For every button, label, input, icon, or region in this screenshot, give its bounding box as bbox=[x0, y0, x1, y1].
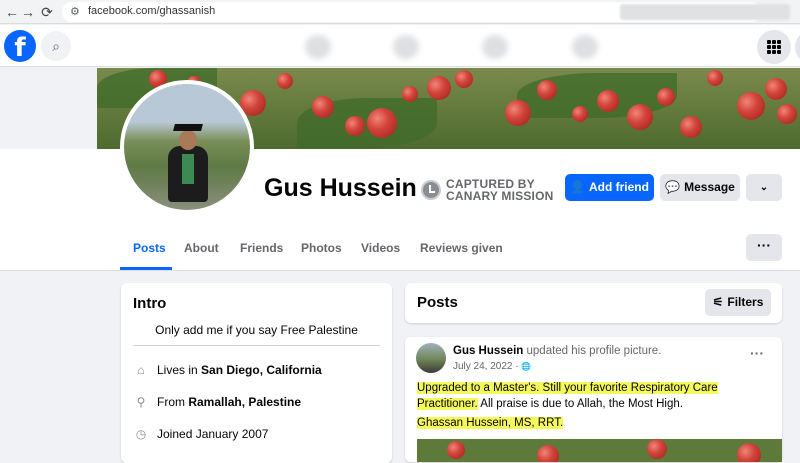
url-text: facebook.com/ghassanish bbox=[88, 5, 216, 17]
profile-name: Gus Hussein bbox=[264, 174, 417, 202]
more-options-button[interactable]: ··· bbox=[746, 234, 782, 261]
post-text-highlight-2: Practitioner. bbox=[417, 398, 478, 410]
canary-mission-icon bbox=[421, 180, 441, 200]
message-label: Message bbox=[684, 180, 735, 194]
post-text-highlight-1: Upgraded to a Master's. Still your favor… bbox=[417, 382, 718, 394]
post-photo[interactable] bbox=[417, 439, 782, 462]
location-pin-icon: ⚲ bbox=[136, 395, 146, 409]
avatar bbox=[124, 84, 250, 210]
posts-header-card: Posts ⚟ Filters bbox=[405, 283, 782, 323]
facebook-logo-icon[interactable]: f bbox=[4, 30, 36, 62]
post-text: Upgraded to a Master's. Still your favor… bbox=[417, 380, 777, 412]
post-action: updated his profile picture. bbox=[523, 345, 662, 357]
facebook-top-bar: f ⌕ bbox=[0, 25, 800, 67]
post-signature-text: Ghassan Hussein, MS, RRT. bbox=[417, 417, 564, 429]
intro-from: ⚲ From Ramallah, Palestine bbox=[133, 395, 301, 409]
nav-groups-icon[interactable] bbox=[572, 35, 598, 59]
post-signature: Ghassan Hussein, MS, RRT. bbox=[417, 417, 564, 429]
post-author-avatar[interactable] bbox=[416, 343, 446, 373]
joined-text: Joined January 2007 bbox=[157, 427, 269, 441]
profile-picture[interactable] bbox=[120, 80, 254, 214]
tab-reviews-given[interactable]: Reviews given bbox=[420, 241, 503, 255]
chevron-down-icon[interactable]: ⌄ bbox=[746, 174, 782, 201]
nav-video-icon[interactable] bbox=[393, 35, 419, 59]
nav-home-icon[interactable] bbox=[305, 35, 331, 59]
search-icon[interactable]: ⌕ bbox=[41, 31, 71, 61]
menu-grid-icon[interactable] bbox=[757, 30, 791, 64]
lives-value[interactable]: San Diego, California bbox=[201, 363, 322, 377]
add-friend-button[interactable]: 👤 Add friend bbox=[565, 174, 654, 201]
site-settings-icon[interactable]: ⚙ bbox=[70, 5, 80, 18]
intro-title: Intro bbox=[133, 295, 167, 312]
tab-about[interactable]: About bbox=[184, 241, 219, 255]
post-date: July 24, 2022 · bbox=[453, 361, 522, 372]
tab-videos[interactable]: Videos bbox=[361, 241, 400, 255]
reload-icon[interactable]: ⟳ bbox=[38, 3, 56, 21]
posts-title: Posts bbox=[417, 294, 458, 311]
post-header: Gus Hussein updated his profile picture. bbox=[453, 345, 661, 357]
canary-mission-badge: CAPTURED BY CANARY MISSION bbox=[446, 178, 556, 202]
add-friend-label: Add friend bbox=[588, 180, 649, 194]
intro-joined: ◷ Joined January 2007 bbox=[133, 427, 269, 441]
post-text-rest: All praise is due to Allah, the Most Hig… bbox=[477, 398, 683, 410]
browser-toolbar: ← → ⟳ ⚙ facebook.com/ghassanish bbox=[0, 0, 800, 24]
post-timestamp[interactable]: July 24, 2022 · 🌐 bbox=[453, 361, 531, 372]
post-author[interactable]: Gus Hussein bbox=[453, 345, 523, 357]
extensions-area bbox=[620, 4, 790, 20]
intro-lives-in: ⌂ Lives in San Diego, California bbox=[133, 363, 322, 377]
messenger-icon: 💬 bbox=[665, 180, 681, 194]
filters-icon: ⚟ bbox=[712, 295, 724, 309]
from-prefix: From bbox=[157, 395, 189, 409]
divider bbox=[133, 345, 380, 346]
from-value[interactable]: Ramallah, Palestine bbox=[188, 395, 301, 409]
post-menu-icon[interactable]: ··· bbox=[750, 345, 764, 361]
tab-posts[interactable]: Posts bbox=[133, 241, 166, 255]
messenger-icon[interactable] bbox=[795, 30, 800, 64]
nav-marketplace-icon[interactable] bbox=[482, 35, 508, 59]
tab-photos[interactable]: Photos bbox=[301, 241, 342, 255]
tab-friends[interactable]: Friends bbox=[240, 241, 283, 255]
post-card: Gus Hussein updated his profile picture.… bbox=[405, 337, 782, 462]
add-person-icon: 👤 bbox=[570, 180, 585, 194]
lives-prefix: Lives in bbox=[157, 363, 202, 377]
filters-button[interactable]: ⚟ Filters bbox=[705, 289, 771, 316]
globe-icon: 🌐 bbox=[521, 362, 532, 371]
intro-card: Intro Only add me if you say Free Palest… bbox=[121, 283, 392, 463]
forward-icon[interactable]: → bbox=[19, 3, 37, 21]
active-tab-indicator bbox=[120, 267, 172, 270]
home-icon: ⌂ bbox=[137, 363, 145, 377]
message-button[interactable]: 💬 Message bbox=[660, 174, 740, 201]
canary-line-2: CANARY MISSION bbox=[446, 189, 554, 203]
filters-label: Filters bbox=[727, 295, 764, 309]
intro-bio: Only add me if you say Free Palestine bbox=[155, 323, 358, 337]
clock-icon: ◷ bbox=[135, 427, 147, 441]
